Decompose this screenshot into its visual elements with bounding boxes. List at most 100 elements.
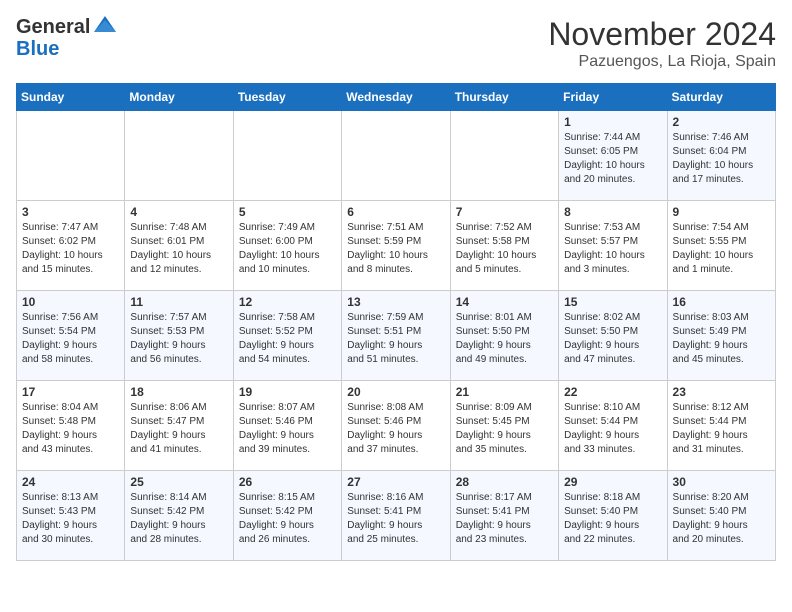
- day-info: Sunrise: 7:53 AM Sunset: 5:57 PM Dayligh…: [564, 221, 661, 277]
- day-info: Sunrise: 8:02 AM Sunset: 5:50 PM Dayligh…: [564, 311, 661, 367]
- day-number: 5: [239, 205, 336, 219]
- day-info: Sunrise: 8:06 AM Sunset: 5:47 PM Dayligh…: [130, 401, 227, 457]
- calendar-cell: 28Sunrise: 8:17 AM Sunset: 5:41 PM Dayli…: [450, 471, 558, 561]
- day-info: Sunrise: 7:49 AM Sunset: 6:00 PM Dayligh…: [239, 221, 336, 277]
- calendar-cell: 17 Sunrise: 8:04 AM Sunset: 5:48 PM Dayli…: [17, 381, 125, 471]
- day-number: 12: [239, 295, 336, 309]
- day-info: Sunrise: 8:10 AM Sunset: 5:44 PM Dayligh…: [564, 401, 661, 457]
- day-number: 10: [22, 295, 119, 309]
- day-number: 25: [130, 475, 227, 489]
- day-number: 30: [673, 475, 770, 489]
- day-info: Sunrise: 8:04 AM Sunset: 5:48 PM Dayligh…: [22, 401, 119, 457]
- day-number: 17: [22, 385, 119, 399]
- day-info: Sunrise: 7:58 AM Sunset: 5:52 PM Dayligh…: [239, 311, 336, 367]
- calendar-cell: 9 Sunrise: 7:54 AM Sunset: 5:55 PM Daylig…: [667, 201, 775, 291]
- weekday-header: Friday: [559, 84, 667, 111]
- calendar-cell: 3 Sunrise: 7:47 AM Sunset: 6:02 PM Daylig…: [17, 201, 125, 291]
- day-info: Sunrise: 7:52 AM Sunset: 5:58 PM Dayligh…: [456, 221, 553, 277]
- day-info: Sunrise: 7:51 AM Sunset: 5:59 PM Dayligh…: [347, 221, 444, 277]
- day-number: 29: [564, 475, 661, 489]
- day-info: Sunrise: 8:20 AM Sunset: 5:40 PM Dayligh…: [673, 491, 770, 547]
- day-info: Sunrise: 8:15 AM Sunset: 5:42 PM Dayligh…: [239, 491, 336, 547]
- calendar-cell: 7 Sunrise: 7:52 AM Sunset: 5:58 PM Daylig…: [450, 201, 558, 291]
- calendar-cell: [17, 111, 125, 201]
- calendar-week-row: 17 Sunrise: 8:04 AM Sunset: 5:48 PM Dayli…: [17, 381, 776, 471]
- calendar-cell: 10 Sunrise: 7:56 AM Sunset: 5:54 PM Dayli…: [17, 291, 125, 381]
- day-number: 14: [456, 295, 553, 309]
- day-number: 13: [347, 295, 444, 309]
- calendar-cell: 29 Sunrise: 8:18 AM Sunset: 5:40 PM Dayli…: [559, 471, 667, 561]
- day-number: 3: [22, 205, 119, 219]
- calendar-cell: 14 Sunrise: 8:01 AM Sunset: 5:50 PM Dayli…: [450, 291, 558, 381]
- day-info: Sunrise: 7:56 AM Sunset: 5:54 PM Dayligh…: [22, 311, 119, 367]
- month-title: November 2024: [548, 16, 776, 53]
- calendar-cell: 18 Sunrise: 8:06 AM Sunset: 5:47 PM Dayli…: [125, 381, 233, 471]
- day-info: Sunrise: 8:13 AM Sunset: 5:43 PM Dayligh…: [22, 491, 119, 547]
- day-number: 6: [347, 205, 444, 219]
- calendar-cell: 27 Sunrise: 8:16 AM Sunset: 5:41 PM Dayli…: [342, 471, 450, 561]
- day-info: Sunrise: 7:47 AM Sunset: 6:02 PM Dayligh…: [22, 221, 119, 277]
- weekday-header-row: SundayMondayTuesdayWednesdayThursdayFrid…: [17, 84, 776, 111]
- day-number: 1: [564, 115, 661, 129]
- day-number: 24: [22, 475, 119, 489]
- day-info: Sunrise: 8:12 AM Sunset: 5:44 PM Dayligh…: [673, 401, 770, 457]
- calendar-cell: 13Sunrise: 7:59 AM Sunset: 5:51 PM Dayli…: [342, 291, 450, 381]
- calendar-cell: 22Sunrise: 8:10 AM Sunset: 5:44 PM Dayli…: [559, 381, 667, 471]
- location-subtitle: Pazuengos, La Rioja, Spain: [548, 53, 776, 71]
- day-number: 27: [347, 475, 444, 489]
- day-info: Sunrise: 7:44 AM Sunset: 6:05 PM Dayligh…: [564, 131, 661, 187]
- calendar-cell: 4Sunrise: 7:48 AM Sunset: 6:01 PM Daylig…: [125, 201, 233, 291]
- calendar-cell: 11Sunrise: 7:57 AM Sunset: 5:53 PM Dayli…: [125, 291, 233, 381]
- weekday-header: Wednesday: [342, 84, 450, 111]
- weekday-header: Tuesday: [233, 84, 341, 111]
- calendar-week-row: 10 Sunrise: 7:56 AM Sunset: 5:54 PM Dayli…: [17, 291, 776, 381]
- day-info: Sunrise: 8:16 AM Sunset: 5:41 PM Dayligh…: [347, 491, 444, 547]
- day-info: Sunrise: 8:18 AM Sunset: 5:40 PM Dayligh…: [564, 491, 661, 547]
- day-info: Sunrise: 8:09 AM Sunset: 5:45 PM Dayligh…: [456, 401, 553, 457]
- day-number: 7: [456, 205, 553, 219]
- weekday-header: Thursday: [450, 84, 558, 111]
- weekday-header: Saturday: [667, 84, 775, 111]
- calendar-cell: 16 Sunrise: 8:03 AM Sunset: 5:49 PM Dayli…: [667, 291, 775, 381]
- calendar-cell: 25 Sunrise: 8:14 AM Sunset: 5:42 PM Dayli…: [125, 471, 233, 561]
- day-number: 18: [130, 385, 227, 399]
- day-number: 15: [564, 295, 661, 309]
- logo-general: General: [16, 16, 90, 38]
- calendar-cell: 19 Sunrise: 8:07 AM Sunset: 5:46 PM Dayli…: [233, 381, 341, 471]
- calendar-cell: 23 Sunrise: 8:12 AM Sunset: 5:44 PM Dayli…: [667, 381, 775, 471]
- calendar-cell: 2 Sunrise: 7:46 AM Sunset: 6:04 PM Daylig…: [667, 111, 775, 201]
- day-number: 9: [673, 205, 770, 219]
- day-number: 2: [673, 115, 770, 129]
- day-info: Sunrise: 8:14 AM Sunset: 5:42 PM Dayligh…: [130, 491, 227, 547]
- weekday-header: Monday: [125, 84, 233, 111]
- day-number: 23: [673, 385, 770, 399]
- day-number: 20: [347, 385, 444, 399]
- calendar-cell: 26 Sunrise: 8:15 AM Sunset: 5:42 PM Dayli…: [233, 471, 341, 561]
- calendar-cell: 6 Sunrise: 7:51 AM Sunset: 5:59 PM Daylig…: [342, 201, 450, 291]
- day-number: 19: [239, 385, 336, 399]
- day-info: Sunrise: 8:17 AM Sunset: 5:41 PM Dayligh…: [456, 491, 553, 547]
- day-info: Sunrise: 7:46 AM Sunset: 6:04 PM Dayligh…: [673, 131, 770, 187]
- calendar-cell: [233, 111, 341, 201]
- day-info: Sunrise: 8:07 AM Sunset: 5:46 PM Dayligh…: [239, 401, 336, 457]
- calendar-cell: 5 Sunrise: 7:49 AM Sunset: 6:00 PM Daylig…: [233, 201, 341, 291]
- calendar-cell: [450, 111, 558, 201]
- calendar-table: SundayMondayTuesdayWednesdayThursdayFrid…: [16, 83, 776, 561]
- day-info: Sunrise: 7:57 AM Sunset: 5:53 PM Dayligh…: [130, 311, 227, 367]
- day-info: Sunrise: 8:08 AM Sunset: 5:46 PM Dayligh…: [347, 401, 444, 457]
- day-number: 4: [130, 205, 227, 219]
- day-number: 16: [673, 295, 770, 309]
- day-info: Sunrise: 7:54 AM Sunset: 5:55 PM Dayligh…: [673, 221, 770, 277]
- calendar-cell: 8 Sunrise: 7:53 AM Sunset: 5:57 PM Daylig…: [559, 201, 667, 291]
- day-info: Sunrise: 8:01 AM Sunset: 5:50 PM Dayligh…: [456, 311, 553, 367]
- logo-blue: Blue: [16, 38, 118, 60]
- calendar-cell: [125, 111, 233, 201]
- calendar-cell: 15 Sunrise: 8:02 AM Sunset: 5:50 PM Dayli…: [559, 291, 667, 381]
- title-section: November 2024 Pazuengos, La Rioja, Spain: [548, 16, 776, 71]
- calendar-cell: [342, 111, 450, 201]
- day-number: 26: [239, 475, 336, 489]
- day-info: Sunrise: 8:03 AM Sunset: 5:49 PM Dayligh…: [673, 311, 770, 367]
- calendar-cell: 20 Sunrise: 8:08 AM Sunset: 5:46 PM Dayli…: [342, 381, 450, 471]
- day-number: 8: [564, 205, 661, 219]
- calendar-cell: 24 Sunrise: 8:13 AM Sunset: 5:43 PM Dayli…: [17, 471, 125, 561]
